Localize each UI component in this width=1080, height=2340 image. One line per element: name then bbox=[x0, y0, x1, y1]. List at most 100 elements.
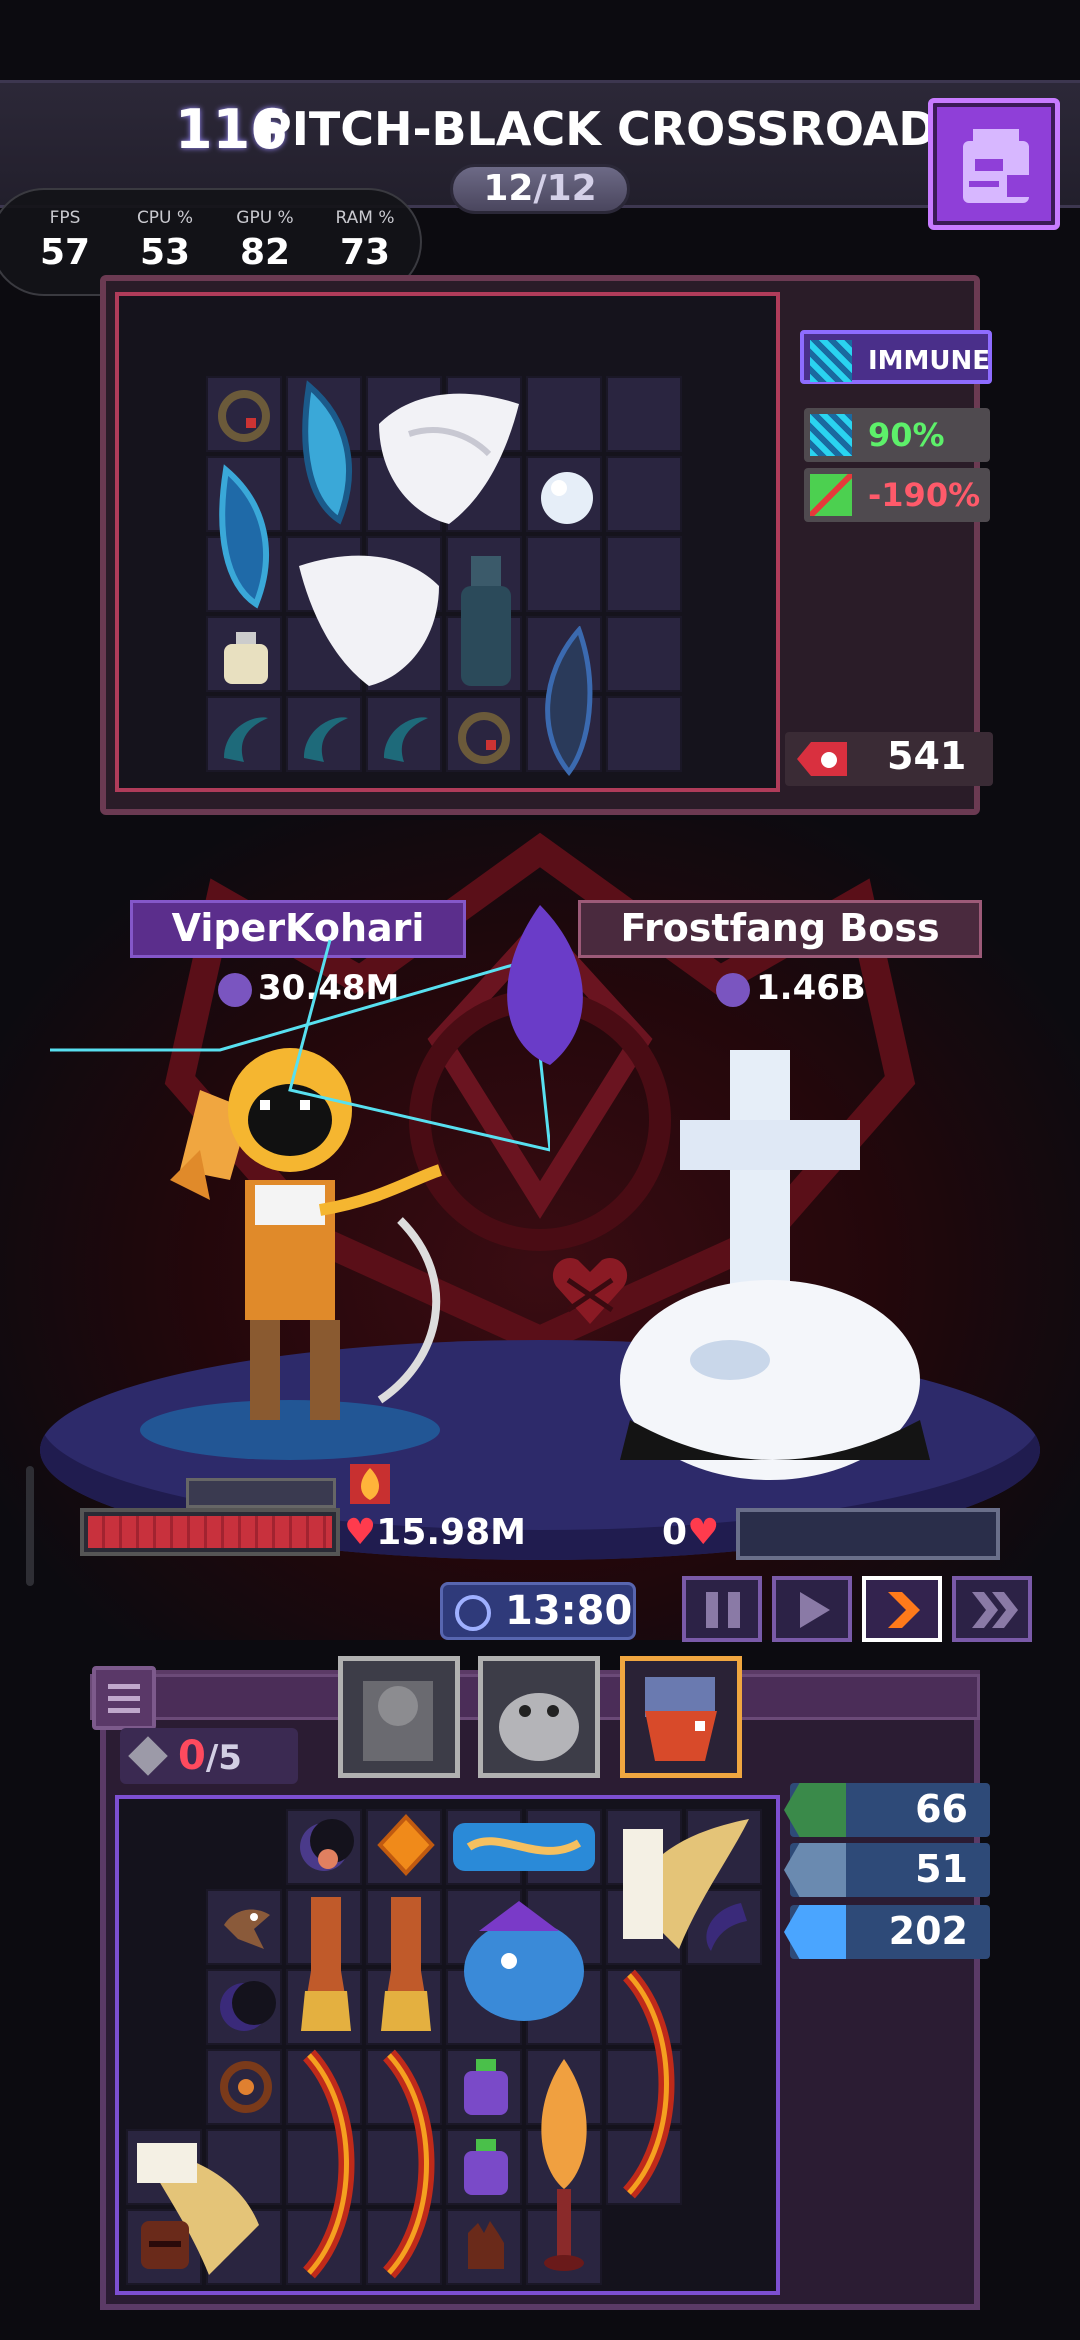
gpu-stat: GPU % 82 bbox=[220, 208, 310, 273]
stat-speed-value: 202 bbox=[888, 1909, 968, 1953]
stat-damage-value: 66 bbox=[915, 1787, 968, 1831]
player-hp-value: 15.98M bbox=[376, 1512, 526, 1553]
timer-value: 13:80 bbox=[505, 1588, 633, 1634]
amber-gem-item-icon[interactable] bbox=[374, 1813, 438, 1877]
speed-icon bbox=[784, 1905, 846, 1959]
purple-flame-effect bbox=[507, 905, 583, 1065]
hero-slot-3-active[interactable] bbox=[620, 1656, 742, 1778]
list-icon bbox=[108, 1684, 140, 1713]
stat-accuracy: 51 bbox=[784, 1843, 990, 1897]
enemy-power-value: 1.46B bbox=[756, 968, 866, 1008]
claw-item-icon[interactable] bbox=[214, 708, 274, 768]
fire-bow-item-icon[interactable] bbox=[609, 1969, 679, 2199]
fastest-forward-button[interactable] bbox=[952, 1576, 1032, 1642]
potion-item-icon[interactable] bbox=[216, 628, 276, 688]
helmet-item-icon[interactable] bbox=[133, 2213, 197, 2277]
enemy-hp: 0♥ bbox=[662, 1512, 719, 1553]
fastest-forward-icon bbox=[972, 1592, 1018, 1628]
menu-button[interactable] bbox=[92, 1666, 156, 1730]
fire-bow-item-icon-3[interactable] bbox=[369, 2049, 439, 2279]
purple-potion-item-icon[interactable] bbox=[454, 2055, 518, 2119]
blue-dragon-item-icon[interactable] bbox=[449, 1891, 599, 2041]
play-button[interactable] bbox=[772, 1576, 852, 1642]
fast-forward-button[interactable] bbox=[862, 1576, 942, 1642]
locked-hero-portrait-icon bbox=[363, 1681, 433, 1761]
pause-button[interactable] bbox=[682, 1576, 762, 1642]
player-inventory-grid bbox=[115, 1795, 780, 2295]
amulet-item-icon[interactable] bbox=[214, 2055, 278, 2119]
backpack-icon bbox=[963, 129, 1029, 203]
glove-item-icon[interactable] bbox=[454, 2213, 518, 2277]
side-drag-handle[interactable] bbox=[26, 1466, 34, 1586]
flame-torch-item-icon[interactable] bbox=[529, 2049, 599, 2279]
status-crit-label: -190% bbox=[868, 476, 981, 514]
claw-item-icon-2[interactable] bbox=[294, 708, 354, 768]
ram-value: 73 bbox=[339, 232, 391, 273]
status-crit-resist: -190% bbox=[804, 468, 990, 522]
feather-item-icon[interactable] bbox=[529, 626, 599, 776]
boss-tombstone bbox=[620, 1050, 930, 1480]
cloud-scroll-item-icon[interactable] bbox=[449, 1817, 599, 1877]
ram-label: RAM % bbox=[335, 208, 395, 228]
wave-counter: 12/12 bbox=[450, 164, 630, 214]
hit-chance-icon bbox=[810, 414, 852, 456]
wing-item-icon-2[interactable] bbox=[289, 546, 449, 696]
battle-timer: 13:80 bbox=[440, 1582, 636, 1640]
hero-slot-2[interactable] bbox=[478, 1656, 600, 1778]
fire-bow-item-icon-2[interactable] bbox=[289, 2049, 359, 2279]
flame-boot-item-icon[interactable] bbox=[291, 1891, 361, 2041]
player-hp-fill bbox=[88, 1516, 332, 1548]
sword-icon-enemy bbox=[716, 972, 750, 1007]
wing-item-icon[interactable] bbox=[369, 384, 529, 534]
accuracy-icon bbox=[784, 1843, 846, 1897]
player-hp-bar bbox=[80, 1508, 340, 1556]
enemy-hp-value: 0 bbox=[662, 1512, 688, 1553]
broken-heart-icon bbox=[552, 1258, 628, 1324]
enemy-power-value: 541 bbox=[887, 734, 967, 778]
heart-icon: ♥ bbox=[344, 1512, 377, 1553]
water-drop-item-icon-2[interactable] bbox=[211, 464, 283, 614]
stat-speed: 202 bbox=[784, 1905, 990, 1959]
bottle-item-icon[interactable] bbox=[451, 546, 521, 696]
backpack-button[interactable] bbox=[928, 98, 1060, 230]
orb-item-icon[interactable] bbox=[537, 468, 597, 528]
burn-status-icon bbox=[350, 1464, 390, 1504]
fast-forward-icon bbox=[888, 1592, 920, 1628]
slots-used: 0 bbox=[178, 1733, 206, 1779]
wave-current: 12 bbox=[483, 168, 534, 209]
status-immune: IMMUNE bbox=[800, 330, 992, 384]
ring-item-icon-2[interactable] bbox=[454, 708, 514, 768]
stage-title: PITCH-BLACK CROSSROADS bbox=[258, 102, 970, 156]
stat-accuracy-value: 51 bbox=[915, 1847, 968, 1891]
water-drop-item-icon[interactable] bbox=[289, 380, 361, 530]
locked-hero-portrait-icon-2 bbox=[499, 1693, 579, 1761]
claw-item-icon-3[interactable] bbox=[374, 708, 434, 768]
gpu-label: GPU % bbox=[236, 208, 294, 228]
hawk-item-icon[interactable] bbox=[214, 1895, 278, 1959]
enemy-nameplate: Frostfang Boss bbox=[578, 900, 982, 958]
moon-charm-item-icon[interactable] bbox=[294, 1815, 358, 1879]
enemy-power-badge: 541 bbox=[785, 732, 993, 786]
gem-icon bbox=[128, 1736, 168, 1776]
flame-boot-item-icon-2[interactable] bbox=[371, 1891, 441, 2041]
player-hp: ♥15.98M bbox=[344, 1512, 526, 1553]
enemy-inventory-grid bbox=[115, 292, 780, 792]
cpu-label: CPU % bbox=[136, 208, 194, 228]
wave-total: /12 bbox=[533, 168, 597, 209]
ring-item-icon[interactable] bbox=[216, 388, 272, 444]
shadow-claw-item-icon[interactable] bbox=[691, 1895, 755, 1959]
status-hit-chance: 90% bbox=[804, 408, 990, 462]
cpu-stat: CPU % 53 bbox=[120, 208, 210, 273]
slots-total: /5 bbox=[205, 1738, 242, 1778]
power-icon bbox=[797, 742, 847, 776]
status-immune-label: IMMUNE bbox=[868, 346, 991, 376]
ram-stat: RAM % 73 bbox=[320, 208, 410, 273]
purple-potion-item-icon-2[interactable] bbox=[454, 2135, 518, 2199]
play-icon bbox=[800, 1592, 830, 1628]
pause-icon bbox=[706, 1592, 740, 1628]
hero-slot-1[interactable] bbox=[338, 1656, 460, 1778]
player-shield-bar bbox=[186, 1478, 336, 1508]
enemy-hp-bar bbox=[736, 1508, 1000, 1560]
gpu-value: 82 bbox=[239, 232, 291, 273]
crescent-item-icon[interactable] bbox=[214, 1975, 278, 2039]
